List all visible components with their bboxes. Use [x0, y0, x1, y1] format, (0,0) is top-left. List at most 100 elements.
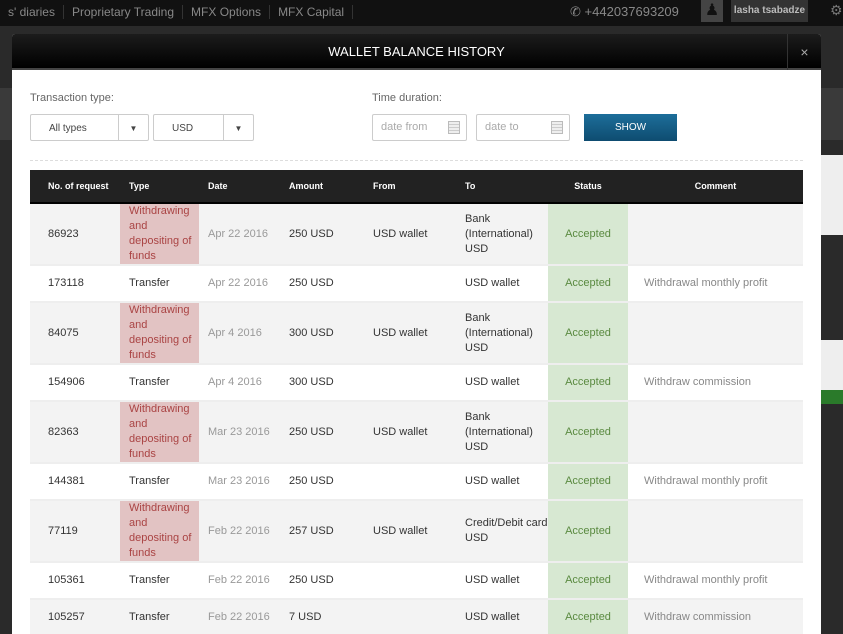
table-row: 82363 Withdrawing and depositing of funds…	[30, 401, 803, 464]
cell-from	[364, 599, 456, 634]
table-row: 86923 Withdrawing and depositing of funds…	[30, 203, 803, 266]
phone: ✆ +442037693209	[570, 4, 679, 20]
cell-status-badge: Accepted	[548, 203, 628, 266]
cell-status-badge: Accepted	[548, 463, 628, 501]
cell-date: Mar 23 2016	[199, 463, 280, 501]
cell-date: Apr 22 2016	[199, 203, 280, 266]
cell-to: Bank (International) USD	[456, 401, 548, 464]
cell-request-number: 82363	[30, 401, 120, 464]
cell-amount: 250 USD	[280, 401, 364, 464]
cell-date: Apr 4 2016	[199, 364, 280, 402]
cell-from	[364, 562, 456, 600]
cell-request-number: 84075	[30, 302, 120, 365]
cell-comment	[628, 302, 803, 365]
cell-request-number: 105257	[30, 599, 120, 634]
table-row: 144381 Transfer Mar 23 2016 250 USD USD wall…	[30, 463, 803, 501]
cell-to: Bank (International) USD	[456, 203, 548, 266]
select-value: All types	[49, 123, 87, 134]
cell-amount: 257 USD	[280, 500, 364, 563]
cell-amount: 250 USD	[280, 203, 364, 266]
col-header: No. of request	[30, 170, 120, 204]
cell-from: USD wallet	[364, 500, 456, 563]
placeholder: date to	[485, 121, 519, 133]
cell-type: Withdrawing and depositing of funds	[120, 401, 199, 464]
chevron-down-icon: ▼	[118, 115, 148, 140]
modal-title: WALLET BALANCE HISTORY	[328, 44, 505, 59]
avatar[interactable]: ♟	[701, 0, 723, 22]
table-header: No. of request Type Date Amount From To …	[30, 170, 803, 204]
col-header: Date	[199, 170, 280, 204]
cell-type: Transfer	[120, 463, 199, 501]
transaction-type-select[interactable]: All types ▼	[30, 114, 149, 141]
col-header: Type	[120, 170, 199, 204]
cell-status-badge: Accepted	[548, 599, 628, 634]
cell-amount: 300 USD	[280, 302, 364, 365]
cell-date: Feb 22 2016	[199, 562, 280, 600]
cell-request-number: 77119	[30, 500, 120, 563]
date-from-input[interactable]: date from	[372, 114, 467, 141]
cell-to: Bank (International) USD	[456, 302, 548, 365]
cell-from: USD wallet	[364, 203, 456, 266]
cell-to: USD wallet	[456, 265, 548, 303]
col-header: To	[456, 170, 548, 204]
cell-request-number: 154906	[30, 364, 120, 402]
cell-comment: Withdrawal monthly profit	[628, 562, 803, 600]
table-row: 154906 Transfer Apr 4 2016 300 USD USD walle…	[30, 364, 803, 402]
table-row: 105257 Transfer Feb 22 2016 7 USD USD wallet…	[30, 599, 803, 634]
close-button[interactable]: ×	[787, 34, 821, 70]
cell-type: Withdrawing and depositing of funds	[120, 500, 199, 563]
select-value: USD	[172, 123, 194, 134]
calendar-icon[interactable]	[448, 121, 460, 134]
cell-date: Feb 22 2016	[199, 599, 280, 634]
cell-date: Apr 4 2016	[199, 302, 280, 365]
top-nav: s' diaries Proprietary Trading MFX Optio…	[0, 5, 354, 19]
cell-from	[364, 364, 456, 402]
nav-item[interactable]: s' diaries	[0, 5, 64, 19]
history-table: No. of request Type Date Amount From To …	[30, 170, 803, 634]
cell-amount: 250 USD	[280, 265, 364, 303]
table-row: 173118 Transfer Apr 22 2016 250 USD USD wall…	[30, 265, 803, 303]
cell-comment	[628, 401, 803, 464]
cell-from	[364, 463, 456, 501]
cell-type: Transfer	[120, 364, 199, 402]
background-panel	[821, 390, 843, 404]
phone-icon: ✆	[570, 4, 581, 19]
cell-to: USD wallet	[456, 599, 548, 634]
chevron-down-icon: ▼	[223, 115, 253, 140]
date-to-input[interactable]: date to	[476, 114, 570, 141]
transaction-type-label: Transaction type:	[30, 92, 114, 104]
nav-item[interactable]: MFX Capital	[270, 5, 354, 19]
calendar-icon[interactable]	[551, 121, 563, 134]
cell-date: Apr 22 2016	[199, 265, 280, 303]
nav-item[interactable]: Proprietary Trading	[64, 5, 184, 19]
gear-icon[interactable]: ⚙	[830, 2, 843, 19]
col-header: Status	[548, 170, 628, 204]
cell-status-badge: Accepted	[548, 364, 628, 402]
cell-amount: 7 USD	[280, 599, 364, 634]
cell-request-number: 86923	[30, 203, 120, 266]
col-header: Amount	[280, 170, 364, 204]
currency-select[interactable]: USD ▼	[153, 114, 254, 141]
user-menu[interactable]: lasha tsabadze	[731, 0, 808, 22]
cell-status-badge: Accepted	[548, 265, 628, 303]
cell-date: Feb 22 2016	[199, 500, 280, 563]
top-bar: s' diaries Proprietary Trading MFX Optio…	[0, 0, 843, 26]
cell-comment: Withdraw commission	[628, 599, 803, 634]
table-row: 105361 Transfer Feb 22 2016 250 USD USD wall…	[30, 562, 803, 600]
placeholder: date from	[381, 121, 428, 133]
cell-type: Withdrawing and depositing of funds	[120, 203, 199, 266]
cell-from: USD wallet	[364, 401, 456, 464]
cell-amount: 250 USD	[280, 463, 364, 501]
show-button[interactable]: SHOW	[584, 114, 677, 141]
divider	[30, 160, 803, 161]
time-duration-label: Time duration:	[372, 92, 442, 104]
table-row: 77119 Withdrawing and depositing of funds…	[30, 500, 803, 563]
cell-request-number: 105361	[30, 562, 120, 600]
background-panel	[821, 340, 843, 390]
cell-amount: 250 USD	[280, 562, 364, 600]
cell-date: Mar 23 2016	[199, 401, 280, 464]
cell-request-number: 144381	[30, 463, 120, 501]
cell-amount: 300 USD	[280, 364, 364, 402]
nav-item[interactable]: MFX Options	[183, 5, 271, 19]
cell-type: Withdrawing and depositing of funds	[120, 302, 199, 365]
